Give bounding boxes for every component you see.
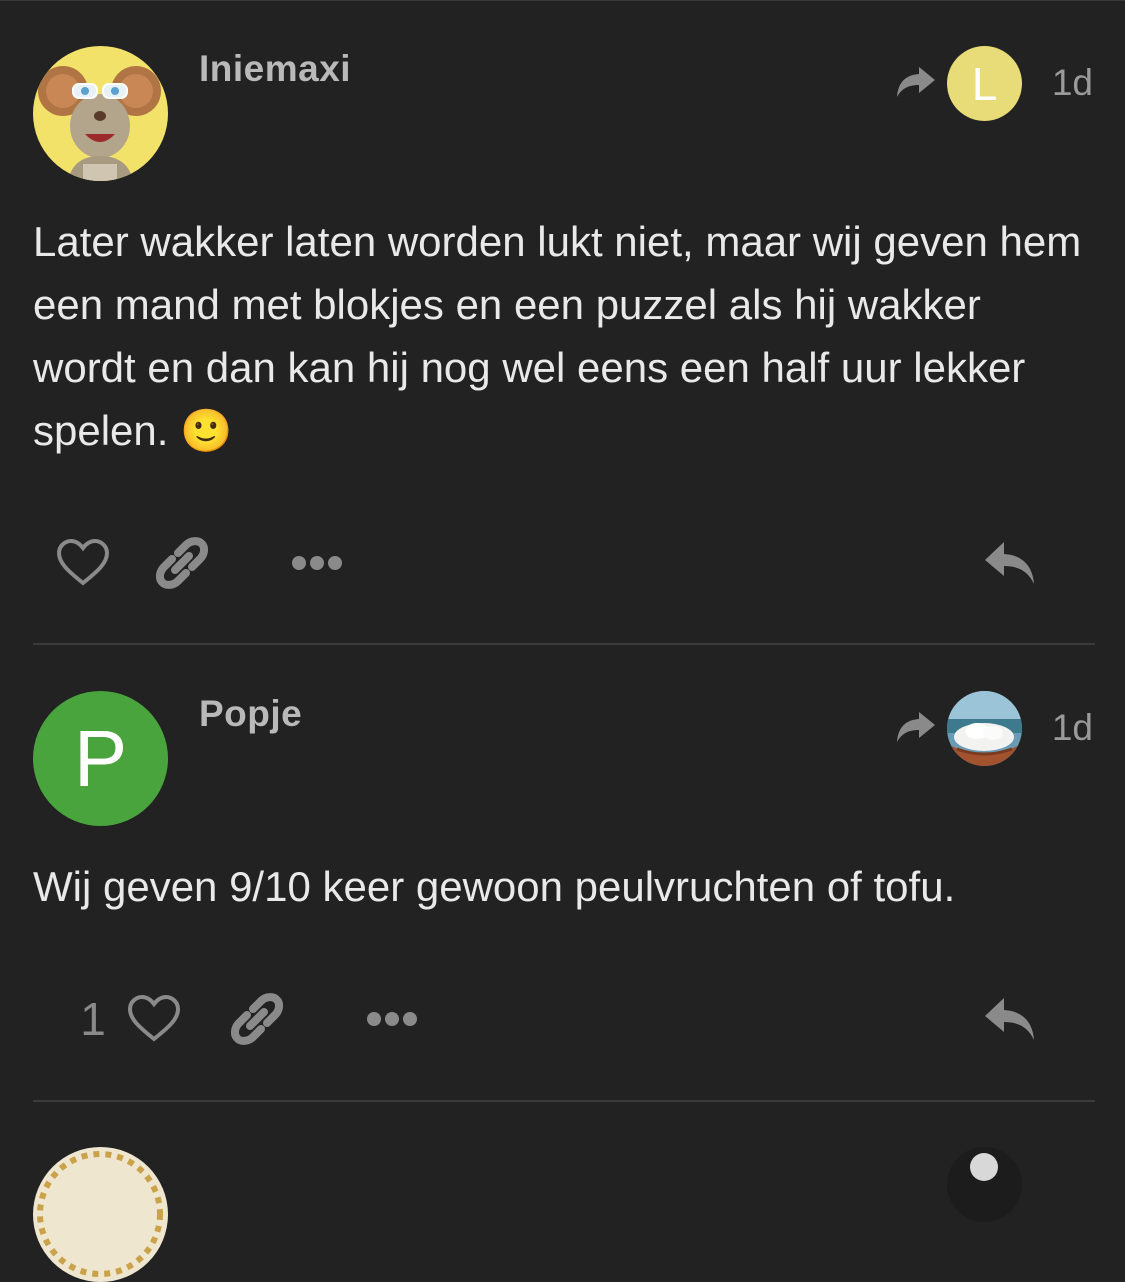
post-body: Later wakker laten worden lukt niet, maa…	[33, 218, 1082, 454]
reply-to-arrow-icon	[895, 65, 937, 99]
mouse-avatar-image	[33, 46, 168, 181]
post-age[interactable]: 1d	[1052, 62, 1093, 104]
user-avatar[interactable]	[33, 1147, 168, 1282]
more-options-button[interactable]	[363, 989, 421, 1049]
post-next-partial	[0, 1103, 1125, 1282]
copy-link-button[interactable]	[152, 533, 212, 593]
avatar-initial: P	[33, 691, 168, 826]
reply-to-arrow-icon	[895, 710, 937, 744]
link-icon	[230, 993, 284, 1045]
user-avatar[interactable]: P	[33, 691, 168, 826]
salt-crystal-avatar-image	[947, 691, 1022, 766]
post-iniemaxi: Iniemaxi L 1d Later wakker laten worden …	[0, 0, 1125, 645]
reply-to-avatar[interactable]	[947, 691, 1022, 766]
reply-to-avatar[interactable]: L	[947, 46, 1022, 121]
like-button[interactable]	[55, 533, 111, 593]
post-body: Wij geven 9/10 keer gewoon peulvruchten …	[33, 863, 956, 910]
more-options-button[interactable]	[288, 533, 346, 593]
heart-icon	[127, 995, 181, 1042]
username[interactable]: Popje	[199, 693, 302, 735]
copy-link-button[interactable]	[227, 989, 287, 1049]
ellipsis-icon	[292, 556, 342, 570]
heart-icon	[56, 539, 110, 586]
post-popje: P Popje 1d Wij geven 9/10 keer gewoon pe…	[0, 645, 1125, 1103]
user-avatar[interactable]	[33, 46, 168, 181]
reply-to-avatar-initial: L	[947, 46, 1022, 121]
ellipsis-icon	[367, 1012, 417, 1026]
reply-button[interactable]	[980, 533, 1040, 593]
next-reply-avatar-image	[947, 1147, 1022, 1222]
link-icon	[155, 537, 209, 589]
reply-to-avatar[interactable]	[947, 1147, 1022, 1222]
post-age[interactable]: 1d	[1052, 707, 1093, 749]
post-actions	[0, 533, 1125, 593]
like-count-value: 1	[80, 993, 106, 1045]
username[interactable]: Iniemaxi	[199, 48, 351, 90]
like-button[interactable]	[126, 989, 182, 1049]
post-divider	[33, 1100, 1095, 1102]
reply-button[interactable]	[980, 989, 1040, 1049]
reply-icon	[985, 998, 1034, 1040]
reply-icon	[985, 542, 1034, 584]
like-count[interactable]: 1	[76, 989, 110, 1049]
post-actions: 1	[0, 989, 1125, 1049]
next-avatar-image	[33, 1147, 168, 1282]
